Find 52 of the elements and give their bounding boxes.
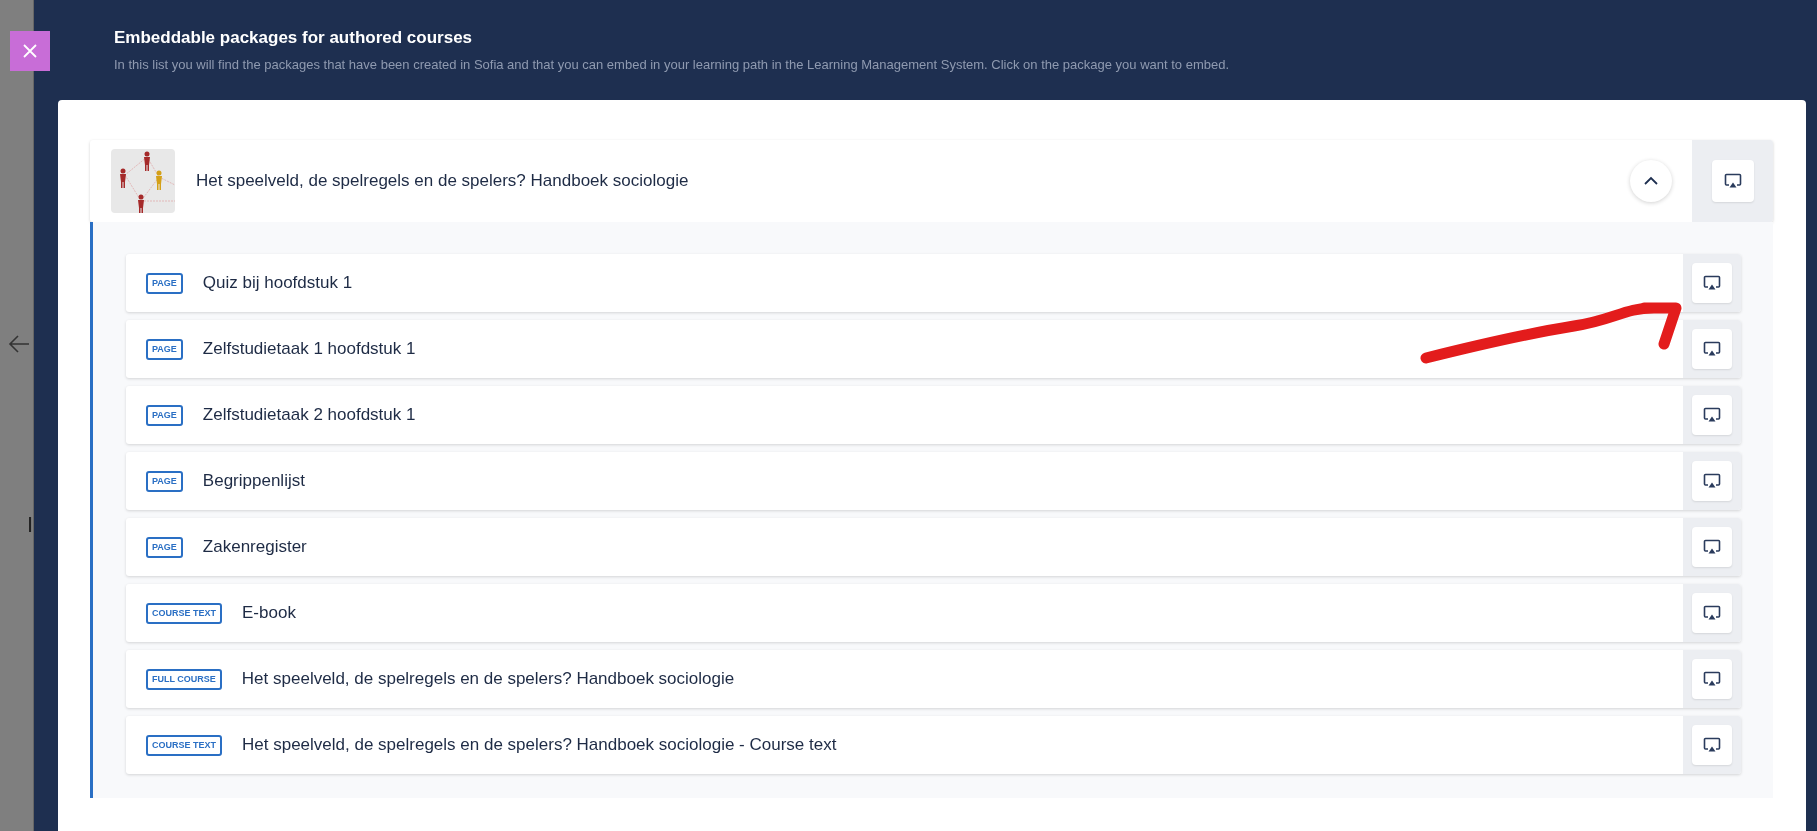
- package-title: Het speelveld, de spelregels en de spelers? Handboek sociologie: [196, 171, 690, 191]
- item-title: Zelfstudietaak 2 hoofdstuk 1: [202, 405, 417, 425]
- embed-screen-icon: [1703, 737, 1721, 753]
- embed-button[interactable]: [1692, 659, 1732, 699]
- package-header[interactable]: Het speelveld, de spelregels en de spelers? Handboek sociologie: [90, 140, 1773, 222]
- type-tag: COURSE TEXT: [146, 602, 222, 624]
- type-tag: PAGE: [146, 470, 183, 492]
- network-people-thumbnail: [111, 149, 175, 213]
- embed-button[interactable]: [1692, 461, 1732, 501]
- embed-screen-icon: [1703, 539, 1721, 555]
- embed-screen-icon: [1703, 407, 1721, 423]
- embed-button[interactable]: [1692, 725, 1732, 765]
- package-item-row[interactable]: PAGE Zakenregister: [126, 518, 1741, 576]
- type-tag: PAGE: [146, 338, 183, 360]
- close-button[interactable]: [10, 31, 50, 71]
- close-icon: [22, 43, 38, 59]
- back-arrow-icon: [8, 333, 30, 355]
- type-tag: COURSE TEXT: [146, 734, 222, 756]
- embed-button[interactable]: [1692, 527, 1732, 567]
- item-title: Zakenregister: [202, 537, 308, 557]
- embed-button[interactable]: [1711, 160, 1754, 202]
- embed-button[interactable]: [1692, 263, 1732, 303]
- item-title: Begrippenlijst: [202, 471, 306, 491]
- type-tag: FULL COURSE: [146, 668, 222, 690]
- embed-button[interactable]: [1692, 329, 1732, 369]
- type-tag: PAGE: [146, 404, 183, 426]
- embed-button[interactable]: [1692, 395, 1732, 435]
- embed-button[interactable]: [1692, 593, 1732, 633]
- dialog-description: In this list you will find the packages that have been created in Sofia and that you can embed in your learning path in the Learning Management System. Click on the package you want to embed.: [114, 57, 1231, 72]
- package-item-row[interactable]: FULL COURSE Het speelveld, de spelregels en de spelers? Handboek sociologie: [126, 650, 1741, 708]
- embed-screen-icon: [1703, 341, 1721, 357]
- type-tag: PAGE: [146, 272, 183, 294]
- embed-screen-icon: [1703, 605, 1721, 621]
- package-item-row[interactable]: PAGE Zelfstudietaak 1 hoofdstuk 1: [126, 320, 1741, 378]
- embed-screen-icon: [1703, 473, 1721, 489]
- dialog-title: Embeddable packages for authored courses: [114, 28, 474, 48]
- package-item-row[interactable]: COURSE TEXT E-book: [126, 584, 1741, 642]
- package-item-row[interactable]: PAGE Zelfstudietaak 2 hoofdstuk 1: [126, 386, 1741, 444]
- item-title: E-book: [242, 603, 297, 623]
- package-item-row[interactable]: PAGE Quiz bij hoofdstuk 1: [126, 254, 1741, 312]
- package-item-row[interactable]: COURSE TEXT Het speelveld, de spelregels en de spelers? Handboek sociologie - Course text: [126, 716, 1741, 774]
- item-title: Zelfstudietaak 1 hoofdstuk 1: [202, 339, 417, 359]
- embed-screen-icon: [1703, 275, 1721, 291]
- item-title: Quiz bij hoofdstuk 1: [202, 273, 354, 293]
- backdrop-text: I: [27, 512, 34, 538]
- embed-screen-icon: [1723, 173, 1742, 189]
- item-title: Het speelveld, de spelregels en de spelers? Handboek sociologie - Course text: [242, 735, 838, 755]
- package-item-row[interactable]: PAGE Begrippenlijst: [126, 452, 1741, 510]
- embed-screen-icon: [1703, 671, 1721, 687]
- chevron-icon: [1644, 176, 1658, 186]
- type-tag: PAGE: [146, 536, 183, 558]
- item-title: Het speelveld, de spelregels en de spelers? Handboek sociologie: [241, 669, 736, 689]
